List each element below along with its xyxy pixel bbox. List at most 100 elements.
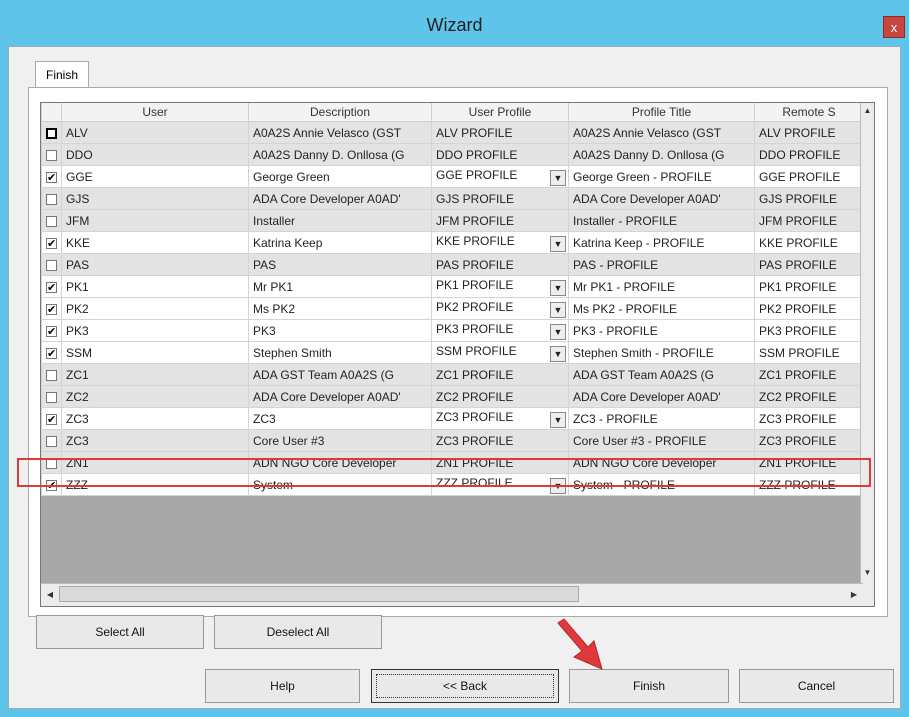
table-row[interactable]: ✔ PK3 PK3 PK3 PROFILE ▼ PK3 - PROFILE PK3 PROF… <box>41 319 864 342</box>
select-all-button[interactable]: Select All <box>36 615 204 649</box>
description-cell-text: Stephen Smith <box>253 345 332 360</box>
remote-cell-text: PAS PROFILE <box>759 257 837 272</box>
user-cell-text: GJS <box>66 191 90 206</box>
user-profile-cell[interactable]: DDO PROFILE <box>431 143 569 166</box>
user-profile-cell[interactable]: PK1 PROFILE ▼ <box>431 275 569 298</box>
user-cell: GGE <box>61 165 249 188</box>
table-row[interactable]: ✔ ZZZ System ZZZ PROFILE ▼ System - PROFILE ZZ… <box>41 473 864 496</box>
row-checkbox[interactable] <box>46 457 57 469</box>
help-button[interactable]: Help <box>205 669 360 703</box>
row-checkbox[interactable]: ✔ <box>46 303 57 315</box>
scroll-right-icon[interactable]: ▶ <box>847 587 861 603</box>
user-profile-cell[interactable]: ZZZ PROFILE ▼ <box>431 473 569 496</box>
table-row[interactable]: ZN1 ADN NGO Core Developer ZN1 PROFILE ADN … <box>41 451 864 474</box>
dropdown-arrow-icon[interactable]: ▼ <box>550 323 566 340</box>
row-checkbox[interactable]: ✔ <box>46 479 57 491</box>
description-cell: Core User #3 <box>248 429 432 452</box>
table-row[interactable]: ✔ PK1 Mr PK1 PK1 PROFILE ▼ Mr PK1 - PROFILE PK… <box>41 275 864 298</box>
row-checkbox[interactable] <box>46 435 57 447</box>
row-checkbox[interactable] <box>46 127 57 139</box>
profile-title-cell: A0A2S Annie Velasco (GST <box>568 121 755 144</box>
user-profile-cell[interactable]: ZC3 PROFILE ▼ <box>431 407 569 430</box>
row-checkbox[interactable] <box>46 391 57 403</box>
user-profile-cell[interactable]: PK3 PROFILE ▼ <box>431 319 569 342</box>
dropdown-arrow-icon[interactable]: ▼ <box>550 235 566 252</box>
description-cell-text: System <box>253 477 294 492</box>
scroll-down-icon[interactable]: ▼ <box>861 565 874 581</box>
column-header-user[interactable]: User <box>61 103 249 122</box>
user-profile-cell[interactable]: ZC2 PROFILE <box>431 385 569 408</box>
user-profile-cell[interactable]: PAS PROFILE <box>431 253 569 276</box>
dropdown-arrow-icon[interactable]: ▼ <box>550 301 566 318</box>
row-checkbox[interactable]: ✔ <box>46 413 57 425</box>
user-profile-cell[interactable]: ZC1 PROFILE <box>431 363 569 386</box>
cancel-button[interactable]: Cancel <box>739 669 894 703</box>
horizontal-scroll-thumb[interactable] <box>59 586 579 602</box>
user-profile-cell[interactable]: GGE PROFILE ▼ <box>431 165 569 188</box>
row-checkbox[interactable]: ✔ <box>46 281 57 293</box>
row-checkbox[interactable] <box>46 149 57 161</box>
row-checkbox[interactable]: ✔ <box>46 325 57 337</box>
profile-title-cell: PAS - PROFILE <box>568 253 755 276</box>
description-cell-text: ADA GST Team A0A2S (G <box>253 367 394 382</box>
user-profile-cell[interactable]: PK2 PROFILE ▼ <box>431 297 569 320</box>
table-row[interactable]: ✔ GGE George Green GGE PROFILE ▼ George Green… <box>41 165 864 188</box>
column-header-profile-title[interactable]: Profile Title <box>568 103 755 122</box>
user-profile-cell-text: ZN1 PROFILE <box>436 455 514 470</box>
table-row[interactable]: ZC3 Core User #3 ZC3 PROFILE Core User #3 -… <box>41 429 864 452</box>
user-profile-cell[interactable]: ALV PROFILE <box>431 121 569 144</box>
row-checkbox[interactable]: ✔ <box>46 237 57 249</box>
user-profile-cell[interactable]: KKE PROFILE ▼ <box>431 231 569 254</box>
wizard-body: Finish User Description User Profile Pro… <box>8 46 901 709</box>
description-cell: Installer <box>248 209 432 232</box>
dropdown-arrow-icon[interactable]: ▼ <box>550 169 566 186</box>
row-checkbox[interactable] <box>46 259 57 271</box>
row-checkbox[interactable]: ✔ <box>46 347 57 359</box>
table-row[interactable]: JFM Installer JFM PROFILE Installer - PROFI… <box>41 209 864 232</box>
row-checkbox[interactable]: ✔ <box>46 171 57 183</box>
horizontal-scrollbar[interactable]: ◀ ▶ <box>41 583 863 606</box>
scroll-up-icon[interactable]: ▲ <box>861 103 874 119</box>
vertical-scrollbar[interactable]: ▲ ▼ <box>860 103 874 606</box>
column-header-remote[interactable]: Remote S <box>754 103 864 122</box>
table-row[interactable]: ZC2 ADA Core Developer A0AD' ZC2 PROFILE AD… <box>41 385 864 408</box>
description-cell: Stephen Smith <box>248 341 432 364</box>
dropdown-arrow-icon[interactable]: ▼ <box>550 345 566 362</box>
row-checkbox-cell: ✔ <box>41 341 62 364</box>
profile-title-cell: Mr PK1 - PROFILE <box>568 275 755 298</box>
dropdown-arrow-icon[interactable]: ▼ <box>550 477 566 494</box>
table-row[interactable]: PAS PAS PAS PROFILE PAS - PROFILE PAS PROFIL… <box>41 253 864 276</box>
dropdown-arrow-icon[interactable]: ▼ <box>550 411 566 428</box>
remote-cell: JFM PROFILE <box>754 209 864 232</box>
table-row[interactable]: ZC1 ADA GST Team A0A2S (G ZC1 PROFILE ADA G… <box>41 363 864 386</box>
user-cell-text: KKE <box>66 235 91 250</box>
table-row[interactable]: DDO A0A2S Danny D. Onllosa (G DDO PROFILE A… <box>41 143 864 166</box>
remote-cell: ZC3 PROFILE <box>754 429 864 452</box>
user-profile-cell[interactable]: GJS PROFILE <box>431 187 569 210</box>
column-header-user-profile[interactable]: User Profile <box>431 103 569 122</box>
table-row[interactable]: GJS ADA Core Developer A0AD' GJS PROFILE AD… <box>41 187 864 210</box>
table-row[interactable]: ✔ PK2 Ms PK2 PK2 PROFILE ▼ Ms PK2 - PROFILE PK… <box>41 297 864 320</box>
description-cell-text: PAS <box>253 257 277 272</box>
user-profile-cell[interactable]: JFM PROFILE <box>431 209 569 232</box>
user-profile-cell[interactable]: ZN1 PROFILE <box>431 451 569 474</box>
finish-button[interactable]: Finish <box>569 669 729 703</box>
scroll-left-icon[interactable]: ◀ <box>43 587 57 603</box>
deselect-all-button[interactable]: Deselect All <box>214 615 382 649</box>
table-row[interactable]: ✔ SSM Stephen Smith SSM PROFILE ▼ Stephen Smi… <box>41 341 864 364</box>
dropdown-arrow-icon[interactable]: ▼ <box>550 279 566 296</box>
back-button[interactable]: << Back <box>371 669 559 703</box>
row-checkbox[interactable] <box>46 193 57 205</box>
user-profile-cell-text: PAS PROFILE <box>436 257 514 272</box>
user-profile-cell[interactable]: ZC3 PROFILE <box>431 429 569 452</box>
table-row[interactable]: ✔ KKE Katrina Keep KKE PROFILE ▼ Katrina Keep… <box>41 231 864 254</box>
user-profile-cell[interactable]: SSM PROFILE ▼ <box>431 341 569 364</box>
row-checkbox[interactable] <box>46 215 57 227</box>
close-button[interactable]: x <box>883 16 905 38</box>
table-row[interactable]: ✔ ZC3 ZC3 ZC3 PROFILE ▼ ZC3 - PROFILE ZC3 PROF… <box>41 407 864 430</box>
table-row[interactable]: ALV A0A2S Annie Velasco (GST ALV PROFILE A0… <box>41 121 864 144</box>
column-header-description[interactable]: Description <box>248 103 432 122</box>
tab-finish[interactable]: Finish <box>35 61 90 88</box>
remote-cell: ZC3 PROFILE <box>754 407 864 430</box>
row-checkbox[interactable] <box>46 369 57 381</box>
